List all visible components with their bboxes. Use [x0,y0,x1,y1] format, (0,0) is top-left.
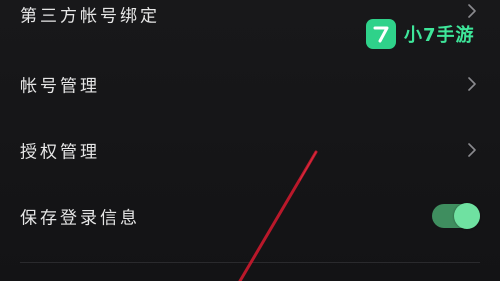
watermark-text: 小7手游 [404,25,475,46]
chevron-right-icon [468,4,476,18]
settings-item-label: 授权管理 [20,142,100,163]
settings-item-label: 保存登录信息 [20,208,140,229]
chevron-right-icon [468,77,476,91]
settings-screen: 第三方帐号绑定 帐号管理 授权管理 保存登录信息 小7手游 [0,0,500,281]
settings-item-label: 帐号管理 [20,76,100,97]
save-login-toggle[interactable] [432,203,480,229]
settings-item-label: 第三方帐号绑定 [20,6,160,27]
seven-logo-icon [373,26,389,43]
divider [20,262,480,263]
watermark-logo: 小7手游 [366,17,475,51]
settings-item-account-management[interactable]: 帐号管理 [0,64,500,104]
watermark-badge-icon [366,19,396,49]
chevron-right-icon [468,143,476,157]
settings-item-save-login-info: 保存登录信息 [0,196,500,236]
settings-item-authorization-management[interactable]: 授权管理 [0,130,500,170]
toggle-knob [454,203,480,229]
